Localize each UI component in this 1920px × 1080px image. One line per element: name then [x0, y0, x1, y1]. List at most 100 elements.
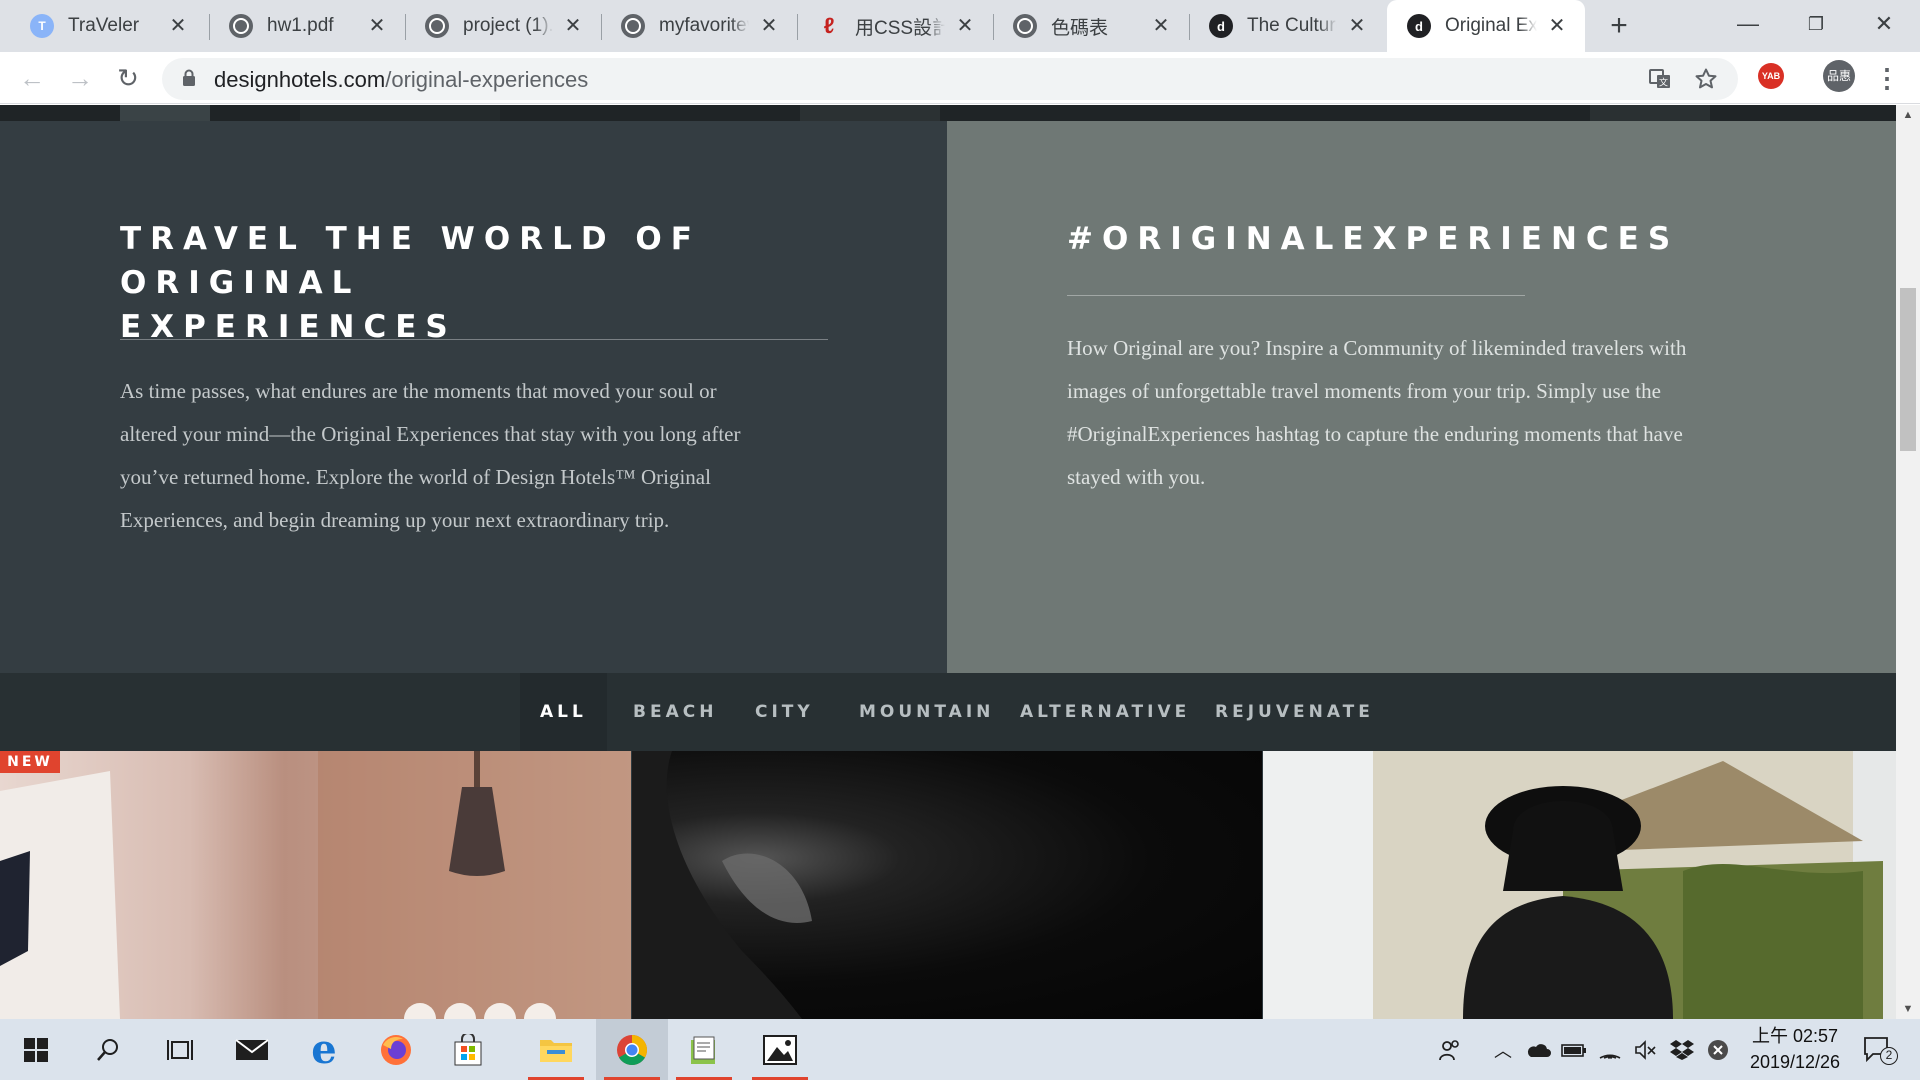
- filter-beach[interactable]: BEACH: [613, 673, 737, 751]
- tab-myfavorite[interactable]: myfavoritev ✕: [601, 0, 797, 52]
- restore-button[interactable]: ❐: [1782, 4, 1850, 44]
- hashtag-line: stayed with you.: [1067, 465, 1206, 489]
- intro-line: Experiences, and begin dreaming up your …: [120, 508, 670, 532]
- yab-label: YAB: [1758, 63, 1784, 89]
- tab-title: TraVeler: [68, 15, 140, 36]
- address-bar[interactable]: designhotels.com/original-experiences 文: [162, 58, 1738, 100]
- photos-icon[interactable]: [744, 1019, 816, 1080]
- hashtag-heading: #ORIGINALEXPERIENCES: [1067, 221, 1680, 257]
- minimize-button[interactable]: —: [1714, 4, 1782, 44]
- page-scrollbar[interactable]: ▲ ▼: [1896, 105, 1920, 1019]
- brush-icon: ℓ: [823, 13, 835, 38]
- tab-traveler[interactable]: T TraVeler ✕: [10, 0, 206, 52]
- profile-avatar[interactable]: 品惠: [1822, 59, 1856, 93]
- filter-mountain[interactable]: MOUNTAIN: [839, 673, 1014, 751]
- close-tab-icon[interactable]: ✕: [953, 14, 977, 38]
- globe-icon: [229, 14, 253, 38]
- clock-date: 2019/12/26: [1749, 1052, 1841, 1072]
- lock-icon: [183, 69, 195, 86]
- designhotels-icon: d: [1407, 14, 1431, 38]
- bookmark-star-icon[interactable]: [1694, 67, 1718, 91]
- new-tab-button[interactable]: +: [1602, 10, 1636, 44]
- action-center-icon[interactable]: 2: [1858, 1037, 1898, 1065]
- scroll-down-arrow[interactable]: ▼: [1896, 999, 1920, 1019]
- volume-muted-icon[interactable]: [1632, 1037, 1660, 1063]
- tab-title: Original Exp: [1445, 15, 1537, 36]
- tab-hw1[interactable]: hw1.pdf ✕: [209, 0, 405, 52]
- close-tab-icon[interactable]: ✕: [1545, 14, 1569, 38]
- onedrive-icon[interactable]: [1524, 1037, 1552, 1063]
- close-tab-icon[interactable]: ✕: [757, 14, 781, 38]
- tab-color-table[interactable]: 色碼表 ✕: [993, 0, 1189, 52]
- scroll-up-arrow[interactable]: ▲: [1896, 105, 1920, 125]
- filter-all[interactable]: ALL: [520, 673, 607, 751]
- notification-count-badge: 2: [1880, 1047, 1898, 1065]
- close-tab-icon[interactable]: ✕: [365, 14, 389, 38]
- store-icon[interactable]: [432, 1019, 504, 1080]
- task-view-icon[interactable]: [144, 1019, 216, 1080]
- system-clock[interactable]: 上午 02:57 2019/12/26: [1730, 1023, 1860, 1075]
- intro-heading-line-1: TRAVEL THE WORLD OF ORIGINAL: [120, 221, 701, 301]
- webpage-viewport: TRAVEL THE WORLD OF ORIGINAL EXPERIENCES…: [0, 105, 1896, 1019]
- intro-line: As time passes, what endures are the mom…: [120, 379, 717, 403]
- people-icon[interactable]: [1436, 1037, 1464, 1063]
- hashtag-paragraph: How Original are you? Inspire a Communit…: [1067, 327, 1847, 499]
- url-path: /original-experiences: [385, 67, 589, 92]
- hashtag-line: How Original are you? Inspire a Communit…: [1067, 336, 1687, 360]
- url-text: designhotels.com/original-experiences: [214, 67, 588, 93]
- chrome-icon[interactable]: [596, 1019, 668, 1080]
- experience-card[interactable]: NEW: [0, 751, 631, 1019]
- globe-icon: [621, 14, 645, 38]
- filter-city[interactable]: CITY: [735, 673, 834, 751]
- firefox-icon[interactable]: [360, 1019, 432, 1080]
- chevron-up-icon[interactable]: ︿: [1489, 1037, 1517, 1063]
- hashtag-panel: #ORIGINALEXPERIENCES How Original are yo…: [947, 121, 1896, 673]
- letter-t-icon: T: [30, 14, 54, 38]
- close-circle-icon[interactable]: [1704, 1037, 1732, 1063]
- globe-icon: [1013, 14, 1037, 38]
- kebab-menu-icon[interactable]: ⋮: [1870, 61, 1904, 95]
- filter-alternative[interactable]: ALTERNATIVE: [1000, 673, 1210, 751]
- traveler-hut-image: [1263, 751, 1896, 1019]
- tab-project[interactable]: project (1).p ✕: [405, 0, 601, 52]
- hero-image-bottom-edge: [0, 105, 1896, 121]
- wifi-icon[interactable]: [1596, 1037, 1624, 1063]
- intro-line: you’ve returned home. Explore the world …: [120, 465, 711, 489]
- tab-title: 用CSS設計b: [855, 17, 945, 39]
- scroll-thumb[interactable]: [1900, 288, 1916, 451]
- tab-css[interactable]: ℓ 用CSS設計b ✕: [797, 0, 993, 52]
- url-domain: designhotels.com: [214, 67, 386, 92]
- edge-icon[interactable]: e: [288, 1019, 360, 1080]
- start-icon[interactable]: [0, 1019, 72, 1080]
- filter-rejuvenate[interactable]: REJUVENATE: [1195, 673, 1394, 751]
- yab-extension-icon[interactable]: YAB: [1754, 59, 1788, 93]
- hashtag-line: #OriginalExperiences hashtag to capture …: [1067, 422, 1683, 446]
- close-tab-icon[interactable]: ✕: [166, 14, 190, 38]
- bedroom-lamp-image: [0, 751, 631, 1019]
- tab-title: 色碼表: [1051, 17, 1109, 39]
- notepad-icon[interactable]: [668, 1019, 740, 1080]
- mail-icon[interactable]: [216, 1019, 288, 1080]
- experience-card[interactable]: [1263, 751, 1896, 1019]
- tab-the-culture[interactable]: d The Culture ✕: [1189, 0, 1385, 52]
- tab-original-experiences[interactable]: d Original Exp ✕: [1387, 0, 1585, 52]
- dropbox-icon[interactable]: [1668, 1037, 1696, 1063]
- back-button[interactable]: ←: [14, 60, 50, 96]
- tab-title: project (1).p: [463, 15, 553, 36]
- search-icon[interactable]: [72, 1019, 144, 1080]
- close-tab-icon[interactable]: ✕: [1345, 14, 1369, 38]
- forward-button[interactable]: →: [62, 60, 98, 96]
- translate-icon[interactable]: 文: [1648, 67, 1672, 91]
- experiences-gallery: NEW: [0, 751, 1896, 1019]
- close-window-button[interactable]: ✕: [1850, 4, 1918, 44]
- close-tab-icon[interactable]: ✕: [561, 14, 585, 38]
- dark-portrait-image: [632, 751, 812, 1019]
- battery-icon[interactable]: [1560, 1037, 1588, 1063]
- browser-toolbar: ← → ↻ designhotels.com/original-experien…: [0, 52, 1920, 104]
- experience-card[interactable]: [632, 751, 1262, 1019]
- designhotels-icon: d: [1209, 14, 1233, 38]
- close-tab-icon[interactable]: ✕: [1149, 14, 1173, 38]
- reload-button[interactable]: ↻: [110, 60, 146, 96]
- file-explorer-icon[interactable]: [520, 1019, 592, 1080]
- category-filter-bar: ALL BEACH CITY MOUNTAIN ALTERNATIVE REJU…: [0, 673, 1896, 751]
